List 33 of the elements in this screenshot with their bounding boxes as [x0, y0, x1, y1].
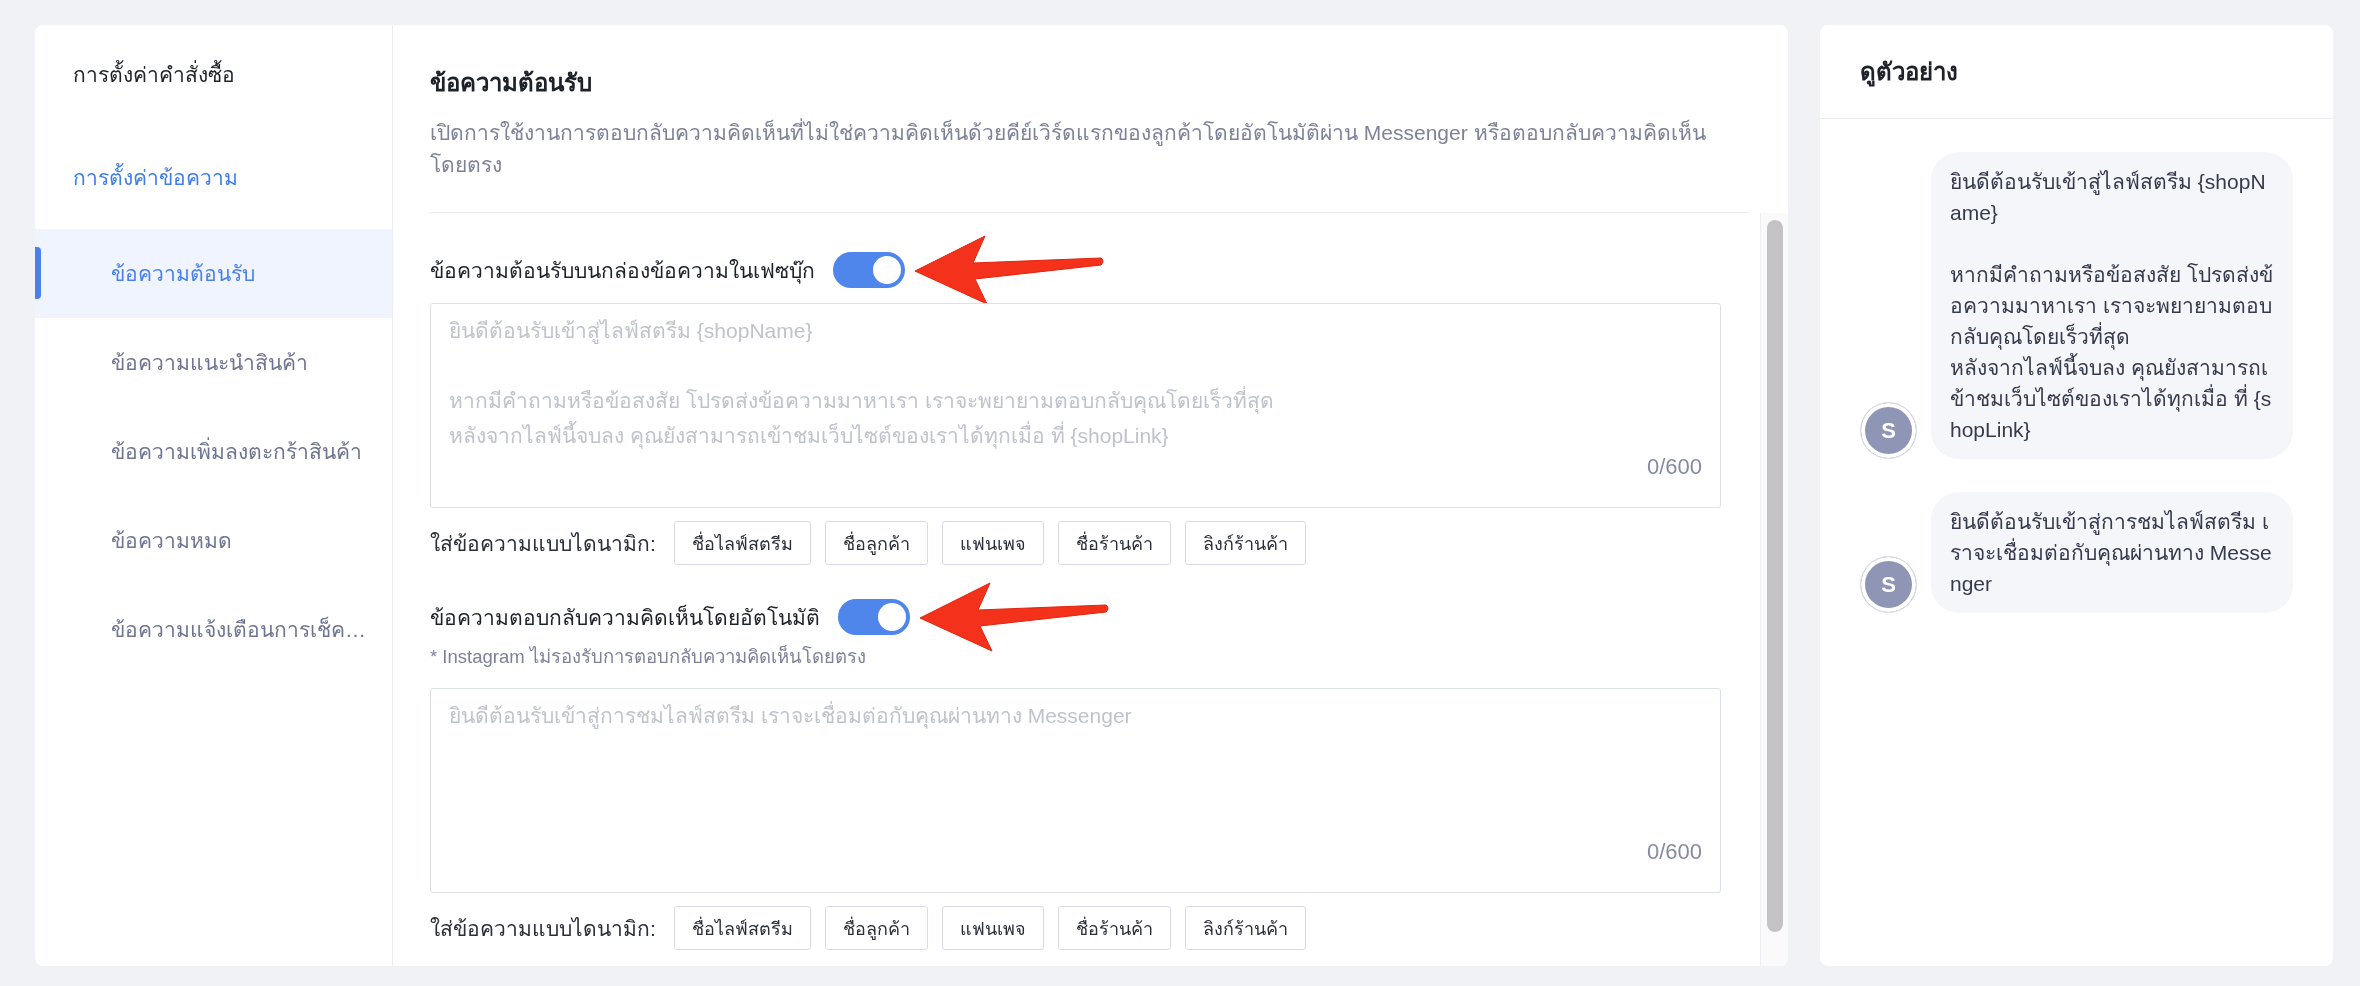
insert-variable-button[interactable]: ชื่อไลฟ์สตรีม	[673, 906, 811, 950]
insert-variable-button[interactable]: ชื่อลูกค้า	[824, 906, 928, 950]
menu-item[interactable]: การตั้งค่าข้อความ	[35, 150, 392, 206]
avatar: S	[1860, 556, 1917, 613]
character-counter: 0/600	[1646, 838, 1702, 866]
toggle-switch[interactable]	[833, 252, 905, 288]
dynamic-text-label: ใส่ข้อความแบบไดนามิก:	[430, 915, 656, 942]
submenu-item[interactable]: ข้อความแนะนำสินค้า	[35, 318, 392, 407]
insert-variable-button[interactable]: ชื่อไลฟ์สตรีม	[673, 521, 811, 565]
insert-variable-button[interactable]: ชื่อร้านค้า	[1057, 521, 1171, 565]
dynamic-text-label: ใส่ข้อความแบบไดนามิก:	[430, 530, 656, 557]
character-counter: 0/600	[1646, 453, 1702, 481]
submenu-item[interactable]: ข้อความหมด	[35, 496, 392, 585]
menu-item[interactable]: การตั้งค่าคำสั่งซื้อ	[35, 47, 392, 103]
note-text: * Instagram ไม่รองรับการตอบกลับความคิดเห็นโดยตรง	[430, 647, 867, 667]
insert-variable-button[interactable]: ลิงก์ร้านค้า	[1184, 521, 1306, 565]
preview-title: ดูตัวอย่าง	[1860, 57, 1959, 87]
insert-variable-button[interactable]: ชื่อร้านค้า	[1057, 906, 1171, 950]
insert-variable-button[interactable]: แฟนเพจ	[941, 906, 1044, 950]
section-title: ข้อความต้อนรับ	[430, 68, 593, 98]
setting-label: ข้อความต้อนรับบนกล่องข้อความในเฟซบุ๊ก	[430, 257, 815, 286]
chat-bubble: ยินดีต้อนรับเข้าสู่การชมไลฟ์สตรีม เราจะเชื่อมต่อกับคุณผ่านทาง Messenger	[1931, 492, 2293, 613]
section-description: เปิดการใช้งานการตอบกลับความคิดเห็นที่ไม่ใช่ความคิดเห็นด้วยคีย์เวิร์ดแรกของลูกค้าโดยอัตโนมัติผ่าน Messenger หรือตอบกลับความคิดเห็นโดยตรง	[430, 117, 1750, 181]
scrollbar-thumb[interactable]	[1767, 220, 1783, 932]
insert-variable-button[interactable]: แฟนเพจ	[941, 521, 1044, 565]
insert-variable-button[interactable]: ชื่อลูกค้า	[824, 521, 928, 565]
submenu-item[interactable]: ข้อความเพิ่มลงตะกร้าสินค้า	[35, 407, 392, 496]
toggle-switch[interactable]	[838, 599, 910, 635]
insert-variable-button[interactable]: ลิงก์ร้านค้า	[1184, 906, 1306, 950]
submenu-item[interactable]: ข้อความแจ้งเตือนการเช็ค…	[35, 585, 392, 674]
avatar: S	[1860, 402, 1917, 459]
setting-label: ข้อความตอบกลับความคิดเห็นโดยอัตโนมัติ	[430, 603, 820, 631]
chat-bubble: ยินดีต้อนรับเข้าสู่ไลฟ์สตรีม {shopName} หากมีคำถามหรือข้อสงสัย โปรดส่งข้อความมาหาเรา เราจะพยายามตอบกลับคุณโดยเร็วที่สุด หลังจากไลฟ์นี้จบลง คุณยังสามารถเข้าชมเว็บไซต์ของเราได้ทุกเมื่อ ที่ {shopLink}	[1931, 152, 2293, 459]
